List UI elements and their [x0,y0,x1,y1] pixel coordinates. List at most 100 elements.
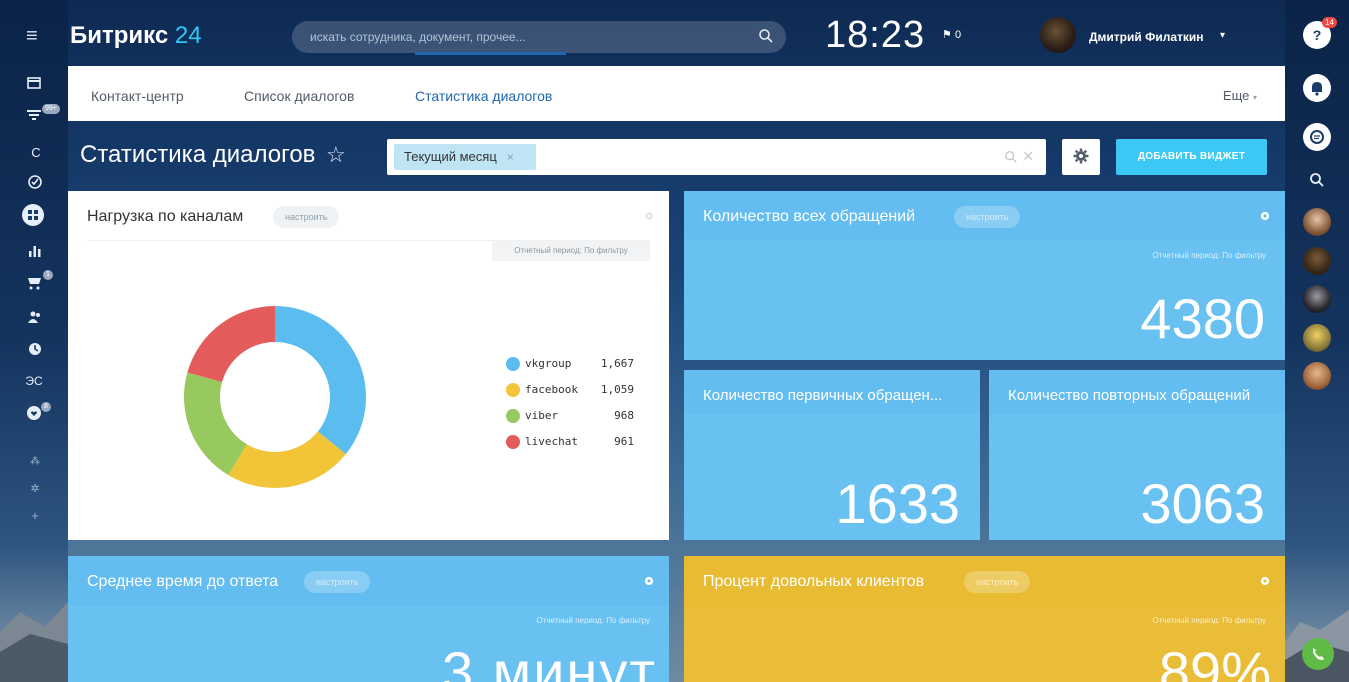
contact-avatar[interactable] [1303,285,1331,313]
donut-slice-viber[interactable] [184,372,247,476]
tab-bar: Контакт-центр Список диалогов Статистика… [68,66,1285,121]
legend-value: 968 [614,409,634,422]
dashboard-icon[interactable] [22,204,44,226]
legend-label: livechat [525,435,578,448]
widget-first-requests: Количество первичных обращен... 1633 [684,370,980,540]
configure-button[interactable]: настроить [964,571,1031,593]
legend-dot [506,383,520,397]
flag-counter[interactable]: ⚑ 0 [942,28,961,41]
metric-value: 4380 [1140,287,1265,350]
contact-avatar[interactable] [1303,247,1331,275]
widget-title: Среднее время до ответа [87,573,279,590]
page-title: Статистика диалогов [80,141,316,168]
svg-text:?: ? [1313,27,1322,43]
sitemap-icon[interactable]: ⁂ [25,456,45,467]
chevron-down-icon[interactable]: ▾ [1220,30,1225,41]
widget-repeat-requests: Количество повторных обращений 3063 [989,370,1285,540]
heart-badge: 8 [41,402,51,412]
more-menu[interactable]: Еще ▾ [1223,88,1257,103]
legend-label: viber [525,409,559,422]
widget-title: Нагрузка по каналам [87,208,244,225]
legend-item-viber: viber 968 [506,409,634,423]
letters-ec-icon[interactable]: ЭС [24,374,44,388]
configure-button[interactable]: настроить [273,206,340,228]
metric-value: 1633 [835,472,960,535]
cart-icon[interactable] [25,276,45,293]
tab-contact-center[interactable]: Контакт-центр [91,88,184,104]
metric-value: 3 минут [441,640,657,682]
legend-label: facebook [525,383,578,396]
letter-c-icon[interactable]: C [26,145,46,160]
close-icon[interactable]: × [507,150,514,164]
legend-item-vkgroup: vkgroup 1,667 [506,357,634,371]
widget-satisfied-clients: Процент довольных клиентов настроить Отч… [684,556,1285,682]
legend-label: vkgroup [525,357,572,370]
bar-chart-icon[interactable] [25,243,45,260]
legend-dot [506,357,520,371]
contact-avatar[interactable] [1303,362,1331,390]
logo[interactable]: Битрикс 24 [70,22,202,50]
report-period: Отчетный период: По фильтру [536,616,650,625]
user-avatar[interactable] [1040,17,1076,53]
search-icon[interactable] [1309,172,1325,193]
active-tab-underline [415,52,566,55]
chevron-down-icon: ▾ [1252,93,1257,102]
plus-icon[interactable]: + [25,508,45,523]
close-icon[interactable]: ✕ [1022,148,1034,165]
tab-dialog-list[interactable]: Список диалогов [244,88,354,104]
settings-button[interactable] [1062,139,1100,175]
metric-value: 3063 [1140,472,1265,535]
contact-avatar[interactable] [1303,324,1331,352]
calendar-icon[interactable] [24,76,44,92]
flag-icon: ⚑ [942,29,952,41]
widget-title: Количество всех обращений [703,208,916,225]
donut-slice-livechat[interactable] [187,306,275,383]
filter-bar[interactable]: Текущий месяц × ✕ [387,139,1046,175]
more-label: Еще [1222,88,1250,103]
search-input[interactable] [310,28,740,46]
search-bar[interactable] [292,21,786,53]
widget-title: Количество повторных обращений [1008,387,1251,404]
clock-icon[interactable] [25,342,45,359]
help-badge: 14 [1322,17,1337,28]
donut-chart [184,306,366,488]
gear-icon[interactable] [1259,574,1271,592]
filter-badge: 99+ [42,104,60,114]
user-name[interactable]: Дмитрий Филаткин [1089,30,1204,44]
flag-count: 0 [954,29,962,41]
configure-button[interactable]: настроить [954,206,1021,228]
check-icon[interactable] [25,175,45,192]
filter-chip-label: Текущий месяц [404,149,497,164]
clock[interactable]: 18:23 [825,14,925,57]
widget-all-requests: Количество всех обращений настроить Отче… [684,191,1285,360]
add-widget-button[interactable]: ДОБАВИТЬ ВИДЖЕТ [1116,139,1267,175]
filter-chip[interactable]: Текущий месяц × [394,144,536,170]
phone-button[interactable] [1302,638,1334,670]
legend-value: 1,059 [600,383,634,396]
configure-button[interactable]: настроить [304,571,371,593]
people-icon[interactable] [25,310,45,327]
donut-slice-facebook[interactable] [228,431,346,488]
legend-dot [506,409,520,423]
gear-icon[interactable] [643,574,655,592]
contact-avatar[interactable] [1303,208,1331,236]
settings-icon[interactable]: ✲ [25,482,45,495]
search-icon[interactable] [1004,150,1018,169]
chat-icon[interactable] [1303,123,1331,151]
gear-icon[interactable] [1259,209,1271,227]
gear-icon[interactable] [643,209,655,227]
logo-text: Битрикс [70,22,169,49]
logo-number: 24 [174,22,202,49]
menu-icon[interactable]: ≡ [26,26,38,46]
tab-dialog-stats[interactable]: Статистика диалогов [415,88,552,104]
filter-icon[interactable] [24,108,44,124]
gear-icon [1073,147,1089,170]
legend-item-livechat: livechat 961 [506,435,634,449]
search-icon[interactable] [758,28,774,49]
report-period: Отчетный период: По фильтру [1152,616,1266,625]
donut-slice-vkgroup[interactable] [275,306,366,455]
report-period: Отчетный период: По фильтру [492,241,650,261]
star-icon[interactable]: ☆ [326,142,346,168]
bell-icon[interactable] [1303,74,1331,102]
top-bar: ≡ Битрикс 24 18:23 ⚑ 0 Дмитрий Филаткин … [0,0,1285,66]
